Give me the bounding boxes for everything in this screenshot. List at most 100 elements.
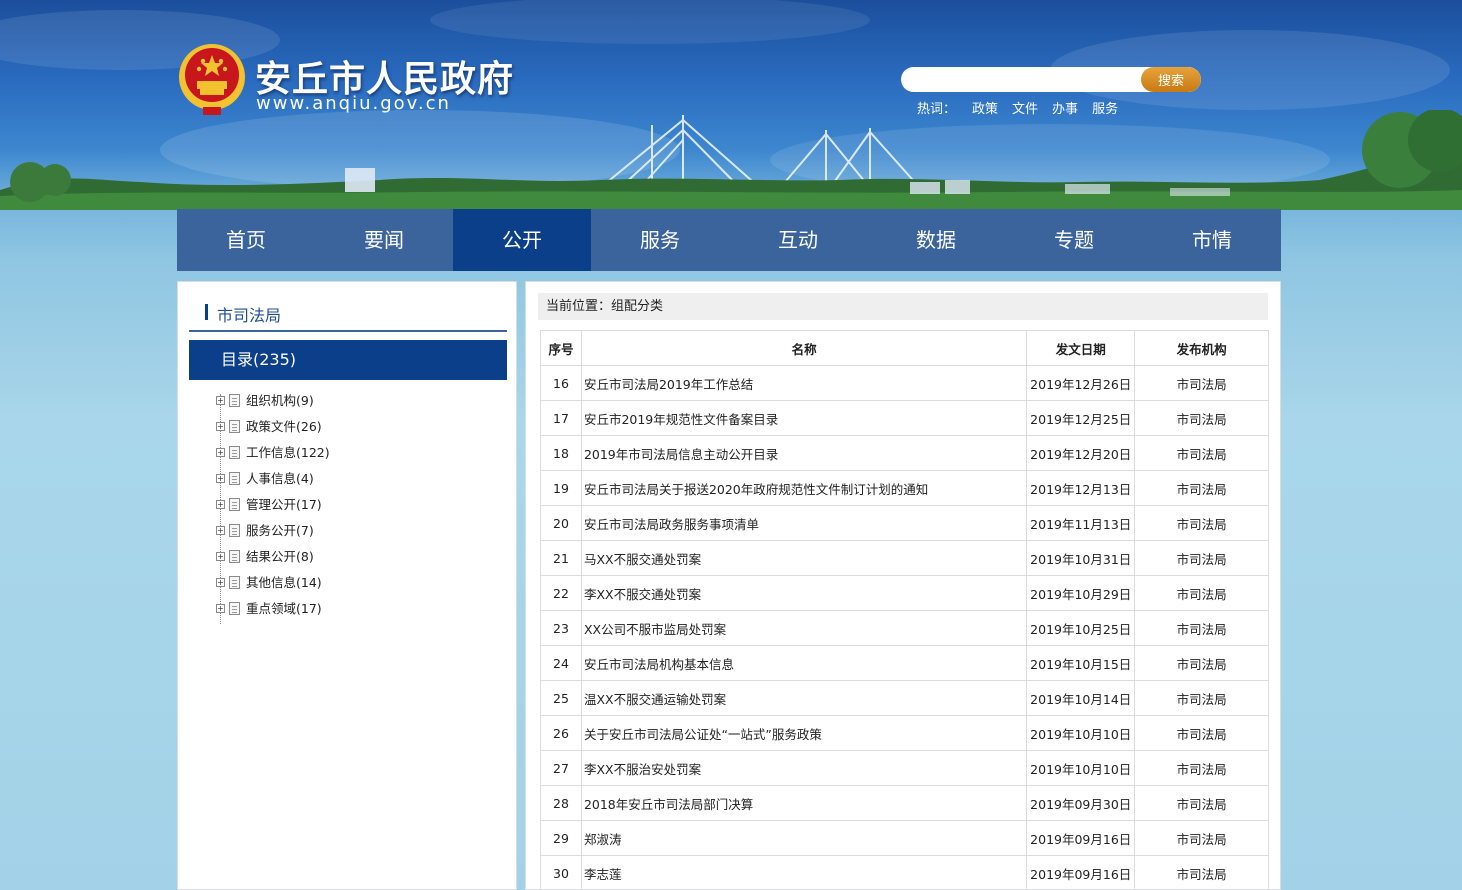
row-name-link[interactable]: 2018年安丘市司法局部门决算 xyxy=(584,797,753,812)
nav-item-topics[interactable]: 专题 xyxy=(1005,209,1143,271)
catalog-header[interactable]: 目录(235) xyxy=(189,340,507,380)
row-date: 2019年12月20日 xyxy=(1030,446,1132,462)
nav-item-city-info[interactable]: 市情 xyxy=(1143,209,1281,271)
nav-item-service[interactable]: 服务 xyxy=(591,209,729,271)
row-date: 2019年10月15日 xyxy=(1030,656,1132,672)
nav-item-home[interactable]: 首页 xyxy=(177,209,315,271)
row-date: 2019年11月13日 xyxy=(1030,516,1132,532)
tree-item-work-info[interactable]: + 工作信息(122) xyxy=(216,440,506,466)
table-row: 26 关于安丘市司法局公证处“一站式”服务政策 2019年10月10日 市司法局 xyxy=(540,715,1269,751)
row-name-link[interactable]: 安丘市2019年规范性文件备案目录 xyxy=(584,412,778,427)
row-number: 19 xyxy=(553,480,569,496)
row-name-link[interactable]: XX公司不服市监局处罚案 xyxy=(584,622,726,637)
row-name-link-cell: 李XX不服交通处罚案 xyxy=(580,575,1028,611)
row-number-cell: 20 xyxy=(540,505,582,541)
row-name-link[interactable]: 李XX不服治安处罚案 xyxy=(584,762,701,777)
category-tree: + 组织机构(9) + 政策文件(26) + 工作信息(122) + 人事信息(… xyxy=(216,388,506,624)
row-name-link-cell: 郑淑涛 xyxy=(580,820,1028,856)
row-name-link[interactable]: 李XX不服交通处罚案 xyxy=(584,587,701,602)
tree-item-label: 政策文件(26) xyxy=(246,419,322,434)
tree-item-personnel[interactable]: + 人事信息(4) xyxy=(216,466,506,492)
row-name-link[interactable]: 温XX不服交通运输处罚案 xyxy=(584,692,726,707)
nav-item-data[interactable]: 数据 xyxy=(867,209,1005,271)
expand-icon[interactable]: + xyxy=(216,526,225,535)
row-date: 2019年09月16日 xyxy=(1030,866,1132,882)
hot-word-policy[interactable]: 政策 xyxy=(972,98,998,117)
sidebar: 市司法局 目录(235) + 组织机构(9) + 政策文件(26) + 工作信息… xyxy=(177,281,517,890)
tree-item-management[interactable]: + 管理公开(17) xyxy=(216,492,506,518)
row-number: 23 xyxy=(553,620,569,636)
row-name-link[interactable]: 关于安丘市司法局公证处“一站式”服务政策 xyxy=(584,727,822,742)
row-number-cell: 18 xyxy=(540,435,582,471)
expand-icon[interactable]: + xyxy=(216,422,225,431)
expand-icon[interactable]: + xyxy=(216,604,225,613)
hot-word-document[interactable]: 文件 xyxy=(1012,98,1038,117)
row-number-cell: 21 xyxy=(540,540,582,576)
row-number-cell: 24 xyxy=(540,645,582,681)
expand-icon[interactable]: + xyxy=(216,396,225,405)
tree-item-organization[interactable]: + 组织机构(9) xyxy=(216,388,506,414)
row-date-cell: 2019年11月13日 xyxy=(1026,505,1136,541)
row-name-link[interactable]: 安丘市司法局政务服务事项清单 xyxy=(584,517,759,532)
row-name-link-cell: 安丘市司法局关于报送2020年政府规范性文件制订计划的通知 xyxy=(580,470,1028,506)
hot-words-label: 热词： xyxy=(917,102,957,117)
row-name-link[interactable]: 安丘市司法局2019年工作总结 xyxy=(584,377,753,392)
nav-item-interaction[interactable]: 互动 xyxy=(729,209,867,271)
hot-word-affairs[interactable]: 办事 xyxy=(1052,98,1078,117)
row-number: 27 xyxy=(553,760,569,776)
row-org: 市司法局 xyxy=(1176,551,1227,567)
row-org-cell: 市司法局 xyxy=(1134,435,1269,471)
expand-icon[interactable]: + xyxy=(216,474,225,483)
tree-item-results[interactable]: + 结果公开(8) xyxy=(216,544,506,570)
main-content: 当前位置：组配分类 序号 名称 发文日期 发布机构 16 安丘市司法局2019年工… xyxy=(525,281,1281,890)
document-icon xyxy=(229,576,240,589)
expand-icon[interactable]: + xyxy=(216,500,225,509)
row-number-cell: 26 xyxy=(540,715,582,751)
tree-item-service[interactable]: + 服务公开(7) xyxy=(216,518,506,544)
row-date-cell: 2019年09月16日 xyxy=(1026,820,1136,856)
expand-icon[interactable]: + xyxy=(216,578,225,587)
tree-item-policy-docs[interactable]: + 政策文件(26) xyxy=(216,414,506,440)
nav-item-news[interactable]: 要闻 xyxy=(315,209,453,271)
row-number: 16 xyxy=(553,375,569,391)
nav-item-open[interactable]: 公开 xyxy=(453,209,591,271)
document-icon xyxy=(229,498,240,511)
row-date: 2019年12月26日 xyxy=(1030,376,1132,392)
row-org: 市司法局 xyxy=(1176,831,1227,847)
tree-item-key-areas[interactable]: + 重点领域(17) xyxy=(216,596,506,622)
row-date: 2019年10月29日 xyxy=(1030,586,1132,602)
search-input[interactable] xyxy=(901,67,1141,92)
row-name-link-cell: 李志莲 xyxy=(580,855,1028,889)
row-name-link[interactable]: 马XX不服交通处罚案 xyxy=(584,552,701,567)
document-icon xyxy=(229,446,240,459)
row-org: 市司法局 xyxy=(1176,411,1227,427)
table-row: 19 安丘市司法局关于报送2020年政府规范性文件制订计划的通知 2019年12月1… xyxy=(540,470,1269,506)
tree-item-other[interactable]: + 其他信息(14) xyxy=(216,570,506,596)
national-emblem-logo xyxy=(179,44,245,115)
row-name-link[interactable]: 李志莲 xyxy=(584,867,622,882)
document-icon xyxy=(229,394,240,407)
row-date: 2019年09月16日 xyxy=(1030,831,1132,847)
row-date: 2019年12月13日 xyxy=(1030,481,1132,497)
row-name-link[interactable]: 安丘市司法局机构基本信息 xyxy=(584,657,734,672)
table-row: 30 李志莲 2019年09月16日 市司法局 xyxy=(540,855,1269,889)
row-name-link[interactable]: 郑淑涛 xyxy=(584,832,622,847)
expand-icon[interactable]: + xyxy=(216,552,225,561)
row-org: 市司法局 xyxy=(1176,656,1227,672)
row-name-link[interactable]: 2019年市司法局信息主动公开目录 xyxy=(584,447,778,462)
row-org: 市司法局 xyxy=(1176,761,1227,777)
row-name-link-cell: 马XX不服交通处罚案 xyxy=(580,540,1028,576)
row-org-cell: 市司法局 xyxy=(1134,400,1269,436)
row-date-cell: 2019年10月14日 xyxy=(1026,680,1136,716)
table-row: 24 安丘市司法局机构基本信息 2019年10月15日 市司法局 xyxy=(540,645,1269,681)
search-button[interactable]: 搜索 xyxy=(1141,67,1201,92)
row-date: 2019年10月10日 xyxy=(1030,761,1132,777)
expand-icon[interactable]: + xyxy=(216,448,225,457)
row-org-cell: 市司法局 xyxy=(1134,715,1269,751)
row-name-link[interactable]: 安丘市司法局关于报送2020年政府规范性文件制订计划的通知 xyxy=(584,482,928,497)
row-number: 30 xyxy=(553,865,569,881)
hot-word-service[interactable]: 服务 xyxy=(1092,98,1118,117)
site-url: www.anqiu.gov.cn xyxy=(256,93,451,114)
row-date: 2019年10月25日 xyxy=(1030,621,1132,637)
column-header-name: 名称 xyxy=(580,330,1028,366)
